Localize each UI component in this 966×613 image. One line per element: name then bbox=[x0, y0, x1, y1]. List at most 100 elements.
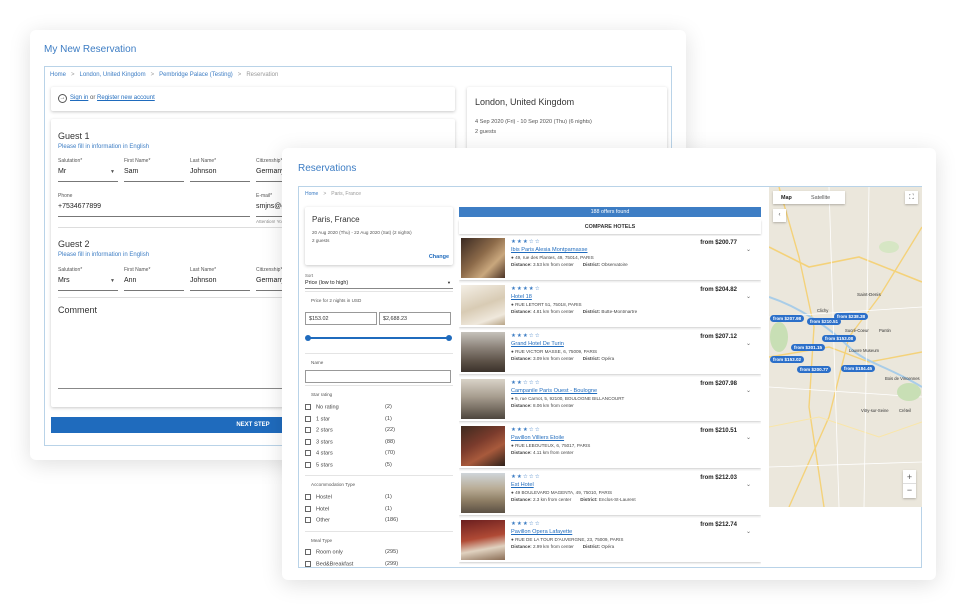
distance-label: Distance: bbox=[511, 497, 532, 502]
filter-label: 2 stars bbox=[316, 427, 333, 434]
chevron-down-icon[interactable]: ⌄ bbox=[746, 340, 751, 347]
breadcrumb-hotel[interactable]: Pembridge Palace (Testing) bbox=[159, 72, 233, 78]
first-name-label: First Name* bbox=[124, 158, 151, 164]
hotel-name-link[interactable]: Grand Hotel De Turin bbox=[511, 341, 564, 347]
star-filter-row[interactable]: No rating (2) bbox=[305, 404, 453, 410]
star-filter-row[interactable]: 3 stars (88) bbox=[305, 438, 453, 445]
name-filter: Name bbox=[305, 353, 453, 385]
last-name-value: Johnson bbox=[190, 168, 250, 182]
breadcrumb-city[interactable]: London, United Kingdom bbox=[80, 72, 146, 78]
accommodation-filter-row[interactable]: Hostel (1) bbox=[305, 494, 453, 500]
filter-count: (186) bbox=[385, 517, 399, 523]
hotel-name-link[interactable]: Hotel 18 bbox=[511, 294, 532, 300]
salutation-value: Mr bbox=[58, 168, 67, 175]
filter-label: 5 stars bbox=[316, 461, 333, 468]
pin-icon: ● bbox=[511, 443, 514, 448]
salutation-select-1[interactable]: Salutation* Mr ▼ bbox=[58, 158, 118, 182]
hotel-name-link[interactable]: Ibis Paris Alesia Montparnasse bbox=[511, 247, 588, 253]
zoom-out-button[interactable]: − bbox=[903, 484, 916, 498]
star-filter-row[interactable]: 1 star (1) bbox=[305, 415, 453, 422]
last-name-field-1[interactable]: Last Name* Johnson bbox=[190, 158, 250, 182]
chevron-down-icon[interactable]: ⌄ bbox=[746, 481, 751, 488]
breadcrumb: Home > London, United Kingdom > Pembridge Pa… bbox=[50, 72, 279, 78]
chevron-down-icon[interactable]: ⌄ bbox=[746, 293, 751, 300]
filter-count: (88) bbox=[385, 438, 395, 445]
star-rating: ★★★☆☆ bbox=[511, 333, 541, 339]
map-type-toggle: Map Satellite bbox=[773, 191, 845, 204]
filter-count: (299) bbox=[385, 560, 399, 567]
map-price-marker[interactable]: from $301.15 bbox=[791, 344, 826, 351]
sign-in-card: → Sign in or Register new account bbox=[51, 87, 455, 111]
filter-count: (70) bbox=[385, 450, 395, 456]
name-input[interactable] bbox=[305, 370, 451, 383]
page-title: My New Reservation bbox=[44, 44, 137, 55]
collapse-map-icon[interactable]: ‹ bbox=[773, 209, 786, 222]
accommodation-filter-row[interactable]: Hotel (1) bbox=[305, 505, 453, 512]
last-name-field-2[interactable]: Last Name* Johnson bbox=[190, 267, 250, 291]
map-price-marker[interactable]: from $200.77 bbox=[797, 366, 832, 373]
hotel-card[interactable]: ★★☆☆☆ Campanile Paris Ouest - Boulogne ●… bbox=[459, 377, 761, 421]
star-rating-heading: Star rating bbox=[311, 392, 333, 397]
price-slider-min-handle[interactable] bbox=[305, 335, 311, 341]
phone-field[interactable]: Phone +7534677899 bbox=[58, 193, 250, 217]
star-filter-row[interactable]: 5 stars (5) bbox=[305, 461, 453, 468]
first-name-field-2[interactable]: First Name* Ann bbox=[124, 267, 184, 291]
map-price-marker[interactable]: from $207.98 bbox=[770, 315, 805, 322]
map-tab[interactable]: Map bbox=[781, 195, 792, 201]
change-link[interactable]: Change bbox=[429, 254, 449, 260]
satellite-tab[interactable]: Satellite bbox=[811, 195, 830, 201]
filter-label: 3 stars bbox=[316, 438, 333, 445]
map-place-label: Bois de Vincennes bbox=[885, 376, 920, 381]
zoom-in-button[interactable]: + bbox=[903, 470, 916, 484]
compare-hotels-button[interactable]: COMPARE HOTELS bbox=[459, 220, 761, 234]
summary-guests: 2 guests bbox=[475, 129, 497, 135]
map-price-marker[interactable]: from $153.02 bbox=[770, 356, 805, 363]
hotel-name-link[interactable]: Pavillon Villiers Etoile bbox=[511, 435, 564, 441]
meal-filter-row[interactable]: Bed&Breakfast (299) bbox=[305, 560, 453, 567]
caret-down-icon: ▼ bbox=[110, 278, 115, 284]
hotel-photo bbox=[461, 379, 505, 419]
price-slider-track[interactable] bbox=[307, 337, 449, 339]
sign-in-link[interactable]: Sign in bbox=[70, 95, 88, 101]
pin-icon: ● bbox=[511, 302, 514, 307]
map-price-marker[interactable]: from $153.08 bbox=[822, 335, 857, 342]
sort-select[interactable]: Sort Price (low to high) ▼ bbox=[305, 273, 453, 289]
hotel-photo bbox=[461, 285, 505, 325]
name-label: Name bbox=[311, 360, 324, 365]
hotel-card[interactable]: ★★★☆☆ Pavillon Opera Lafayette ● RUE DE … bbox=[459, 518, 761, 562]
map-panel[interactable]: Map Satellite ⛶ ‹ Saint-Denis Sucré-Coeu… bbox=[769, 187, 922, 507]
first-name-field-1[interactable]: First Name* Sam bbox=[124, 158, 184, 182]
chevron-down-icon[interactable]: ⌄ bbox=[746, 387, 751, 394]
accommodation-filter-row[interactable]: Other (186) bbox=[305, 517, 453, 523]
meal-filter-row[interactable]: Room only (295) bbox=[305, 549, 453, 555]
breadcrumb-home[interactable]: Home bbox=[50, 72, 66, 78]
hotel-card[interactable]: ★★★☆☆ Pavillon Villiers Etoile ● RUE LEB… bbox=[459, 424, 761, 468]
star-rating: ★★★★☆ bbox=[511, 286, 541, 292]
map-price-marker[interactable]: from $184.45 bbox=[841, 365, 876, 372]
chevron-down-icon[interactable]: ⌄ bbox=[746, 246, 751, 253]
district-label: District: bbox=[582, 544, 601, 549]
hotel-card[interactable]: ★★★★☆ Hotel 18 ● RUE LETORT 51, 75018, P… bbox=[459, 283, 761, 327]
star-filter-row[interactable]: 4 stars (70) bbox=[305, 450, 453, 456]
hotel-name-link[interactable]: Est Hotel bbox=[511, 482, 534, 488]
breadcrumb-home[interactable]: Home bbox=[305, 191, 318, 197]
hotel-card[interactable]: ★★☆☆☆ Est Hotel ● 49 BOULEVARD MAGENTA, … bbox=[459, 471, 761, 515]
register-link[interactable]: Register new account bbox=[97, 95, 155, 101]
hotel-card[interactable]: ★★★☆☆ Grand Hotel De Turin ● RUE VICTOR … bbox=[459, 330, 761, 374]
price-min-input[interactable]: $153.02 bbox=[305, 312, 377, 325]
hotel-name-link[interactable]: Campanile Paris Ouest - Boulogne bbox=[511, 388, 597, 394]
map-price-marker[interactable]: from $238.38 bbox=[834, 313, 869, 320]
fullscreen-icon[interactable]: ⛶ bbox=[905, 191, 918, 204]
star-filter-row[interactable]: 2 stars (22) bbox=[305, 427, 453, 433]
hotel-card[interactable]: ★★★☆☆ Ibis Paris Alesia Montparnasse ● 4… bbox=[459, 236, 761, 280]
chevron-down-icon[interactable]: ⌄ bbox=[746, 434, 751, 441]
pin-icon: ● bbox=[511, 490, 514, 495]
hotel-photo bbox=[461, 426, 505, 466]
price-max-input[interactable]: $2,688.23 bbox=[379, 312, 451, 325]
hotel-name-link[interactable]: Pavillon Opera Lafayette bbox=[511, 529, 572, 535]
map-place-label: Clichy bbox=[817, 308, 829, 313]
price-slider-max-handle[interactable] bbox=[446, 335, 452, 341]
hotel-distance: 4.11 km from center bbox=[532, 450, 574, 455]
salutation-select-2[interactable]: Salutation* Mrs ▼ bbox=[58, 267, 118, 291]
chevron-down-icon[interactable]: ⌄ bbox=[746, 528, 751, 535]
